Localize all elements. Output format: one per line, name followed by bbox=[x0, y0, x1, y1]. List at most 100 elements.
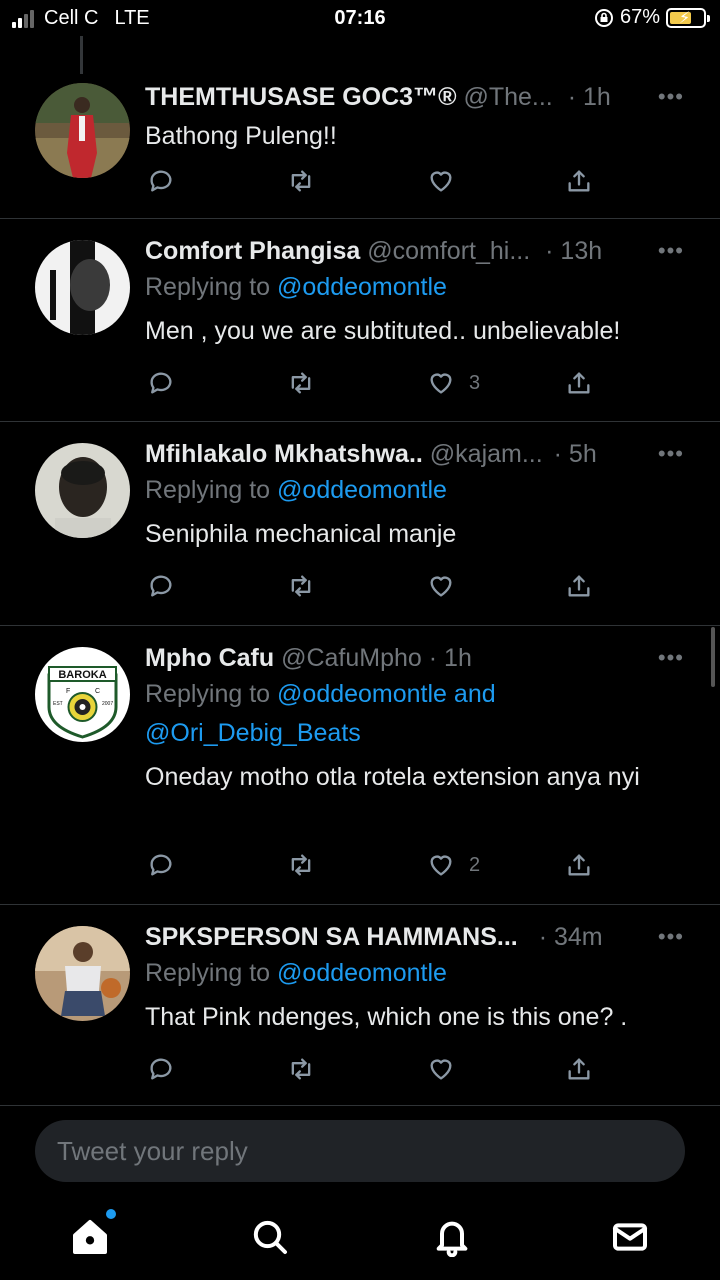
search-icon bbox=[253, 1220, 287, 1254]
like-button[interactable] bbox=[427, 165, 455, 197]
tweet-time[interactable]: · 1h bbox=[429, 644, 472, 672]
nav-search[interactable] bbox=[250, 1217, 290, 1257]
like-count: 3 bbox=[469, 371, 481, 394]
more-options-icon[interactable]: ••• bbox=[658, 80, 684, 114]
retweet-button[interactable] bbox=[287, 849, 315, 881]
replying-to-label: Replying to bbox=[145, 476, 271, 504]
tweet-reply-input[interactable] bbox=[35, 1120, 685, 1182]
tweet-time[interactable]: · 13h bbox=[545, 237, 602, 265]
tweet-text: Oneday motho otla rotela extension anya … bbox=[145, 763, 640, 791]
tweet-text: Bathong Puleng!! bbox=[145, 122, 337, 150]
display-name[interactable]: Comfort Phangisa bbox=[145, 237, 360, 265]
share-button[interactable] bbox=[565, 849, 593, 881]
share-button[interactable] bbox=[565, 165, 593, 197]
retweet-icon bbox=[291, 854, 311, 876]
nav-home[interactable] bbox=[70, 1209, 116, 1257]
reply-button[interactable] bbox=[147, 849, 175, 881]
reply-button[interactable] bbox=[147, 570, 175, 602]
reply-icon bbox=[150, 170, 172, 192]
tweet-text: Seniphila mechanical manje bbox=[145, 520, 457, 548]
share-button[interactable] bbox=[565, 570, 593, 602]
reply-button[interactable] bbox=[147, 367, 175, 399]
reply-button[interactable] bbox=[147, 1053, 175, 1085]
tweet[interactable]: Comfort Phangisa @comfort_hi... · 13h ••… bbox=[0, 220, 720, 422]
reply-box[interactable] bbox=[35, 1120, 685, 1182]
user-handle[interactable]: @The... bbox=[463, 83, 552, 111]
replying-to: Replying to @oddeomontle bbox=[145, 471, 690, 510]
avatar[interactable] bbox=[35, 443, 130, 538]
svg-text:BAROKA: BAROKA bbox=[58, 669, 106, 681]
more-options-icon[interactable]: ••• bbox=[658, 920, 684, 954]
share-icon bbox=[568, 854, 590, 876]
heart-icon bbox=[430, 171, 452, 192]
display-name[interactable]: SPKSPERSON SA HAMMANS... bbox=[145, 923, 518, 951]
share-button[interactable] bbox=[565, 367, 593, 399]
tweet-actions: 3 bbox=[145, 367, 605, 399]
tweet[interactable]: BAROKA F C EST 2007 Mpho Cafu @CafuMpho … bbox=[0, 627, 720, 905]
retweet-icon bbox=[291, 372, 311, 394]
tweet-header: Mfihlakalo Mkhatshwa.. @kajam... · 5h ••… bbox=[145, 437, 690, 471]
mention-link[interactable]: @oddeomontle bbox=[277, 273, 447, 301]
share-icon bbox=[568, 575, 590, 597]
avatar[interactable] bbox=[35, 926, 130, 1021]
like-count: 2 bbox=[469, 853, 481, 876]
user-handle[interactable]: @comfort_hi... bbox=[367, 237, 530, 265]
like-button[interactable]: 2 bbox=[427, 849, 480, 881]
nav-messages[interactable] bbox=[610, 1217, 650, 1257]
status-right: 67% ⚡ bbox=[594, 6, 710, 29]
user-handle[interactable]: @kajam... bbox=[430, 440, 543, 468]
reply-icon bbox=[150, 1058, 172, 1080]
battery-icon: ⚡ bbox=[666, 7, 710, 28]
tweet[interactable]: SPKSPERSON SA HAMMANS... · 34m ••• Reply… bbox=[0, 906, 720, 1106]
notification-dot bbox=[106, 1209, 116, 1219]
avatar[interactable]: BAROKA F C EST 2007 bbox=[35, 647, 130, 742]
tweet-header: Comfort Phangisa @comfort_hi... · 13h ••… bbox=[145, 234, 690, 268]
scrollbar[interactable] bbox=[711, 627, 715, 687]
retweet-button[interactable] bbox=[287, 367, 315, 399]
bottom-nav bbox=[0, 1195, 720, 1280]
replying-to: Replying to @oddeomontle bbox=[145, 954, 690, 993]
nav-notifications[interactable] bbox=[432, 1217, 472, 1258]
more-options-icon[interactable]: ••• bbox=[658, 641, 684, 675]
more-options-icon[interactable]: ••• bbox=[658, 437, 684, 471]
display-name[interactable]: Mpho Cafu bbox=[145, 644, 274, 672]
replying-to: Replying to @oddeomontle and @Ori_Debig_… bbox=[145, 675, 565, 753]
more-options-icon[interactable]: ••• bbox=[658, 234, 684, 268]
heart-icon bbox=[430, 1059, 452, 1080]
svg-text:F: F bbox=[66, 688, 70, 695]
battery-percent: 67% bbox=[619, 6, 660, 28]
like-button[interactable] bbox=[427, 570, 455, 602]
retweet-button[interactable] bbox=[287, 1053, 315, 1085]
avatar[interactable] bbox=[35, 83, 130, 178]
display-name[interactable]: Mfihlakalo Mkhatshwa.. bbox=[145, 440, 423, 468]
tweet-header: Mpho Cafu @CafuMpho · 1h ••• bbox=[145, 641, 690, 675]
heart-icon bbox=[430, 373, 452, 394]
mention-link[interactable]: @oddeomontle bbox=[277, 476, 447, 504]
share-icon bbox=[568, 1058, 590, 1080]
display-name[interactable]: THEMTHUSASE GOC3™® bbox=[145, 83, 457, 111]
tweet-time[interactable]: · 34m bbox=[539, 923, 603, 951]
svg-text:EST: EST bbox=[53, 701, 63, 707]
like-button[interactable] bbox=[427, 1053, 455, 1085]
reply-button[interactable] bbox=[147, 165, 175, 197]
tweet[interactable]: THEMTHUSASE GOC3™® @The... · 1h ••• Bath… bbox=[0, 68, 720, 219]
tweet-time[interactable]: · 5h bbox=[554, 440, 597, 468]
replying-to-label: Replying to bbox=[145, 680, 271, 708]
svg-text:C: C bbox=[95, 688, 100, 695]
tweet-actions: 2 bbox=[145, 849, 605, 881]
user-handle[interactable]: @CafuMpho bbox=[281, 644, 422, 672]
tweet[interactable]: Mfihlakalo Mkhatshwa.. @kajam... · 5h ••… bbox=[0, 423, 720, 626]
tweet-time[interactable]: · 1h bbox=[568, 83, 611, 111]
avatar[interactable] bbox=[35, 240, 130, 335]
svg-text:2007: 2007 bbox=[102, 701, 113, 707]
home-icon bbox=[73, 1220, 107, 1254]
retweet-button[interactable] bbox=[287, 165, 315, 197]
mention-link[interactable]: @oddeomontle bbox=[277, 959, 447, 987]
tweet-header: THEMTHUSASE GOC3™® @The... · 1h ••• bbox=[145, 80, 690, 114]
like-button[interactable]: 3 bbox=[427, 367, 480, 399]
share-button[interactable] bbox=[565, 1053, 593, 1085]
replying-to-label: Replying to bbox=[145, 959, 271, 987]
tweet-actions bbox=[145, 570, 605, 602]
retweet-button[interactable] bbox=[287, 570, 315, 602]
replying-to-label: Replying to bbox=[145, 273, 271, 301]
